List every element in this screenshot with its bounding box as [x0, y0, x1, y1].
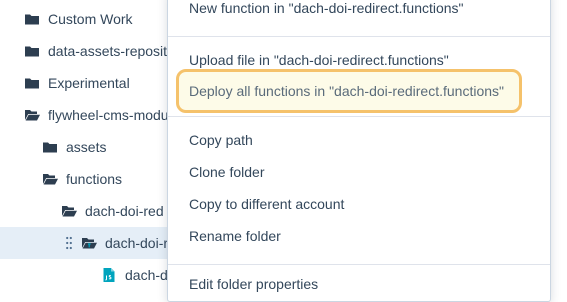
folder-icon [24, 75, 40, 91]
tree-item-label: dach-doi-r [105, 235, 169, 251]
tree-item-label: Custom Work [48, 11, 133, 27]
tree-item-label: data-assets-reposito [48, 43, 175, 59]
menu-item-copy-path[interactable]: Copy path [189, 132, 253, 148]
menu-divider [168, 264, 550, 265]
folder-open-icon [42, 171, 58, 187]
folder-icon [24, 11, 40, 27]
menu-divider [168, 116, 550, 117]
folder-open-icon [24, 107, 40, 123]
menu-item-clone-folder[interactable]: Clone folder [189, 164, 265, 180]
context-menu: New function in "dach-doi-redirect.funct… [167, 0, 551, 302]
menu-item-edit-folder-properties[interactable]: Edit folder properties [189, 276, 318, 292]
functions-folder-icon [81, 235, 97, 251]
menu-item-rename-folder[interactable]: Rename folder [189, 228, 281, 244]
tree-item-label: Experimental [48, 75, 130, 91]
tree-item-label: assets [66, 139, 107, 155]
menu-item-upload-file[interactable]: Upload file in "dach-doi-redirect.functi… [189, 52, 449, 68]
tree-item-label: dach-d [125, 267, 168, 283]
menu-divider [168, 36, 550, 37]
tree-item-label: dach-doi-red [85, 203, 164, 219]
tree-item-label: flywheel-cms-modu [48, 107, 169, 123]
menu-item-copy-to-different-account[interactable]: Copy to different account [189, 196, 344, 212]
js-file-icon [101, 267, 117, 283]
folder-open-icon [61, 203, 77, 219]
drag-handle-icon[interactable] [66, 236, 72, 250]
menu-item-new-function[interactable]: New function in "dach-doi-redirect.funct… [189, 0, 464, 16]
tree-item-label: functions [66, 171, 123, 187]
menu-item-deploy-all-functions[interactable]: Deploy all functions in "dach-doi-redire… [189, 83, 504, 99]
folder-icon [42, 139, 58, 155]
folder-icon [24, 43, 40, 59]
